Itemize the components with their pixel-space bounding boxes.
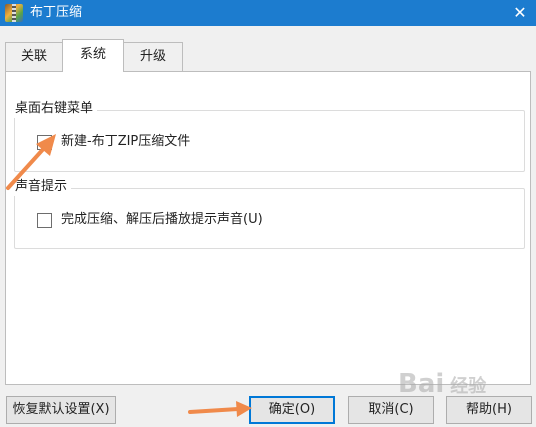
app-logo-icon bbox=[5, 4, 23, 22]
context-menu-group: 桌面右键菜单 新建-布丁ZIP压缩文件 bbox=[11, 100, 525, 172]
context-menu-group-title: 桌面右键菜单 bbox=[11, 100, 98, 118]
sound-group: 声音提示 完成压缩、解压后播放提示声音(U) bbox=[11, 178, 525, 249]
settings-panel: 桌面右键菜单 新建-布丁ZIP压缩文件 声音提示 完成压缩、解压后播放提示声音(… bbox=[5, 71, 531, 385]
new-zip-checkbox-label: 新建-布丁ZIP压缩文件 bbox=[61, 134, 191, 149]
cancel-button[interactable]: 取消(C) bbox=[348, 396, 434, 424]
tab-association[interactable]: 关联 bbox=[5, 42, 63, 71]
window-title: 布丁压缩 bbox=[30, 5, 83, 20]
tab-upgrade[interactable]: 升级 bbox=[123, 42, 183, 71]
close-icon[interactable]: ✕ bbox=[510, 3, 530, 23]
sound-checkbox[interactable] bbox=[37, 213, 52, 228]
help-button[interactable]: 帮助(H) bbox=[446, 396, 532, 424]
title-bar: 布丁压缩 ✕ bbox=[0, 0, 536, 26]
new-zip-checkbox[interactable] bbox=[37, 135, 52, 150]
annotation-arrow-icon bbox=[188, 401, 252, 417]
ok-button[interactable]: 确定(O) bbox=[249, 396, 335, 424]
restore-defaults-button[interactable]: 恢复默认设置(X) bbox=[6, 396, 116, 424]
sound-group-title: 声音提示 bbox=[11, 178, 72, 196]
sound-checkbox-label: 完成压缩、解压后播放提示声音(U) bbox=[61, 212, 263, 227]
tab-system[interactable]: 系统 bbox=[62, 39, 124, 72]
